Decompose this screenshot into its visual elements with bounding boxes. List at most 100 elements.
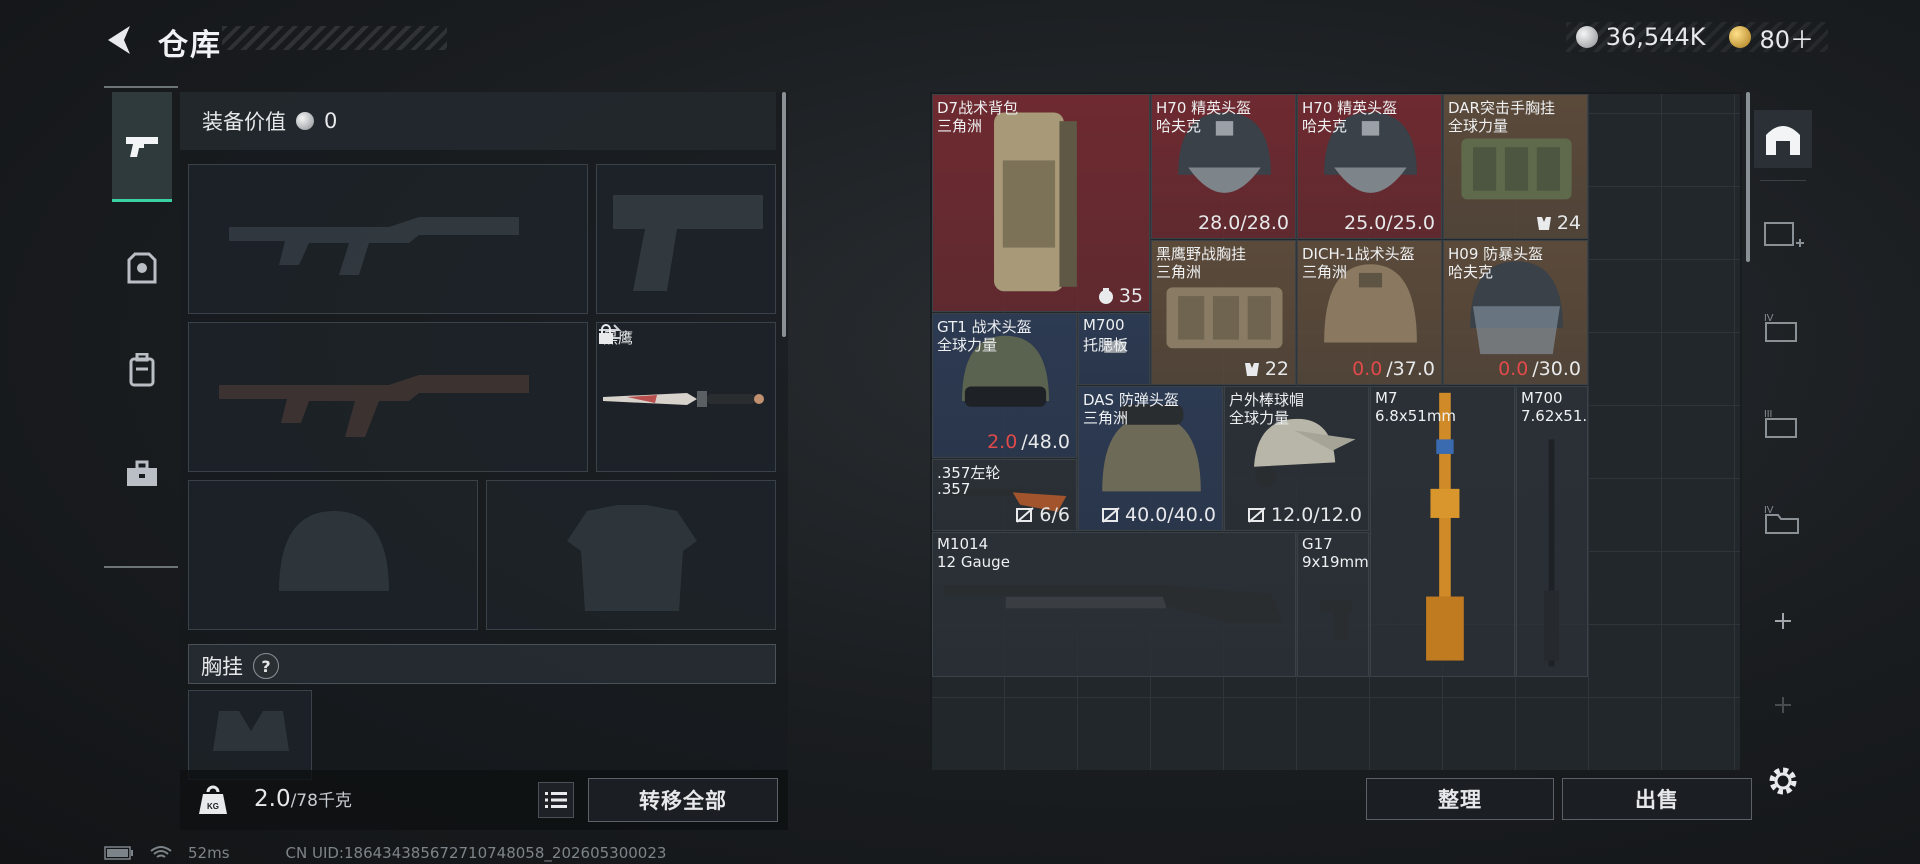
item-subtitle: 哈夫克 xyxy=(1302,117,1348,135)
sell-button[interactable]: 出售 xyxy=(1562,778,1752,820)
equipment-scrollbar[interactable] xyxy=(782,92,786,337)
stash-tab-iv[interactable]: IV xyxy=(1754,298,1812,356)
item-subtitle: 三角洲 xyxy=(937,117,983,135)
stash-tab-iii[interactable]: III xyxy=(1754,394,1812,452)
stash-item[interactable]: M700 托腮板 xyxy=(1078,313,1150,385)
item-subtitle: 6.8x51mm xyxy=(1375,407,1457,425)
equipment-value: 装备价值 0 xyxy=(202,106,337,136)
storage-iv-icon: IV xyxy=(1764,313,1797,342)
silver-coin-icon xyxy=(296,112,314,130)
pistol-silhouette-icon xyxy=(613,195,763,291)
stash-item[interactable]: DICH-1战术头盔 三角洲 0.0/37.0 xyxy=(1297,240,1442,385)
help-icon[interactable]: ? xyxy=(253,653,279,679)
sidearm-slot[interactable] xyxy=(596,164,776,314)
item-stat: 0.0/30.0 xyxy=(1498,358,1581,380)
stash-item[interactable]: M1014 12 Gauge xyxy=(932,532,1296,677)
weight-max: /78千克 xyxy=(290,791,352,811)
status-bar: 52ms CN UID:1864343856727107480​58_20260… xyxy=(104,844,666,862)
sort-button[interactable]: 整理 xyxy=(1366,778,1554,820)
item-subtitle: 哈夫克 xyxy=(1156,117,1202,135)
stash-item[interactable]: D7战术背包 三角洲 35 xyxy=(932,94,1150,312)
transfer-all-button[interactable]: 转移全部 xyxy=(588,778,778,822)
chest-rig-slot[interactable] xyxy=(188,690,312,780)
item-name: M700 xyxy=(1521,389,1563,407)
storage-iii-icon: III xyxy=(1764,409,1797,438)
stash-item[interactable]: M7007.62x51... xyxy=(1516,386,1588,677)
no-repair-icon xyxy=(1016,507,1035,523)
item-subtitle: 全球力量 xyxy=(1448,117,1509,135)
category-tabs xyxy=(104,86,178,568)
gold-coin-icon xyxy=(1729,26,1752,48)
armor-icon xyxy=(127,252,157,284)
page-title: 仓库 xyxy=(158,28,222,63)
tab-weapons[interactable] xyxy=(112,92,172,202)
item-stat-value: 40.0/40.0 xyxy=(1124,504,1216,526)
item-stat: 6/6 xyxy=(1015,504,1070,526)
item-stat: 24 xyxy=(1535,212,1581,234)
tab-backpack[interactable] xyxy=(112,340,172,400)
chest-rig-header: 胸挂 ? xyxy=(188,644,776,684)
rifle-silhouette-icon xyxy=(229,217,519,275)
primary-weapon-slot[interactable] xyxy=(188,164,588,314)
stash-tab-iv-2[interactable]: IV xyxy=(1754,490,1812,548)
stash-item[interactable]: .357左轮 .357 6/6 xyxy=(932,459,1077,531)
stash-item[interactable]: G17 9x19mm xyxy=(1297,532,1369,677)
stash-tab-expand[interactable] xyxy=(1754,206,1812,264)
item-subtitle: 哈夫克 xyxy=(1448,263,1494,281)
grid-icon xyxy=(1536,217,1551,230)
body-armor-slot[interactable] xyxy=(486,480,776,630)
stash-item[interactable]: DAS 防弹头盔 三角洲 40.0/40.0 xyxy=(1078,386,1223,531)
item-subtitle: 7.62x51... xyxy=(1521,407,1588,425)
tab-armor[interactable] xyxy=(112,238,172,298)
stash-item[interactable]: M7 6.8x51mm xyxy=(1370,386,1515,677)
item-name: G17 xyxy=(1302,535,1333,553)
plus-icon xyxy=(1775,613,1791,629)
item-stat: 0.0/37.0 xyxy=(1352,358,1435,380)
item-stat: 28.0/28.0 xyxy=(1198,212,1289,234)
back-button[interactable] xyxy=(100,20,140,60)
equipment-value-label: 装备价值 xyxy=(202,110,286,134)
list-view-button[interactable] xyxy=(538,782,574,818)
item-stat: 12.0/12.0 xyxy=(1247,504,1362,526)
settings-button[interactable] xyxy=(1754,752,1812,810)
stash-item[interactable]: 黑鹰野战胸挂 三角洲 22 xyxy=(1151,240,1296,385)
add-stash-button[interactable] xyxy=(1754,592,1812,650)
stash-item[interactable]: H70 精英头盔 哈夫克 25.0/25.0 xyxy=(1297,94,1442,239)
pistol-icon xyxy=(126,136,158,157)
item-stat-value: /48.0 xyxy=(1021,431,1070,453)
stash-tab-main[interactable] xyxy=(1754,110,1812,168)
capacity-icon xyxy=(1098,288,1113,304)
wifi-icon xyxy=(150,846,172,858)
weight-value: 2.0/78千克 xyxy=(254,786,352,812)
back-arrow-icon xyxy=(108,26,130,54)
stash-panel: D7战术背包 三角洲 35 H70 精英头盔 哈夫克 28.0/28.0 H70 精英头盔哈… xyxy=(930,92,1750,770)
add-storage-icon xyxy=(1764,222,1804,247)
stash-item[interactable]: H09 防暴头盔 哈夫克 0.0/30.0 xyxy=(1443,240,1588,385)
list-icon xyxy=(545,792,567,808)
stash-item[interactable]: GT1 战术头盔 全球力量 2.0/48.0 xyxy=(932,313,1077,458)
add-stash-button-disabled xyxy=(1754,676,1812,734)
svg-text:KG: KG xyxy=(207,802,219,811)
helmet-silhouette-icon xyxy=(279,511,389,591)
item-subtitle: 全球力量 xyxy=(1229,409,1290,427)
tab-tools[interactable] xyxy=(112,444,172,504)
item-stat-value: 22 xyxy=(1264,358,1289,380)
item-name: M7 xyxy=(1375,389,1398,407)
item-subtitle: 全球力量 xyxy=(937,336,998,354)
helmet-slot[interactable] xyxy=(188,480,478,630)
stash-item[interactable]: 户外棒球帽 全球力量 12.0/12.0 xyxy=(1224,386,1369,531)
stash-item[interactable]: DAR突击手胸挂 全球力量 24 xyxy=(1443,94,1588,239)
secondary-weapon-slot[interactable] xyxy=(188,322,588,472)
vest-silhouette-icon xyxy=(567,505,697,611)
melee-slot[interactable]: 黑鹰 xyxy=(596,322,776,472)
no-repair-icon xyxy=(1247,507,1266,523)
item-image xyxy=(1544,439,1559,667)
stash-item[interactable]: H70 精英头盔 哈夫克 28.0/28.0 xyxy=(1151,94,1296,239)
item-subtitle: 三角洲 xyxy=(1302,263,1348,281)
weight-current: 2.0 xyxy=(254,786,291,812)
lock-icon xyxy=(599,324,613,344)
item-stat-value: 24 xyxy=(1556,212,1581,234)
item-subtitle: 三角洲 xyxy=(1156,263,1202,281)
knife-icon xyxy=(603,391,764,407)
gold-amount[interactable]: 80＋ xyxy=(1759,20,1814,55)
